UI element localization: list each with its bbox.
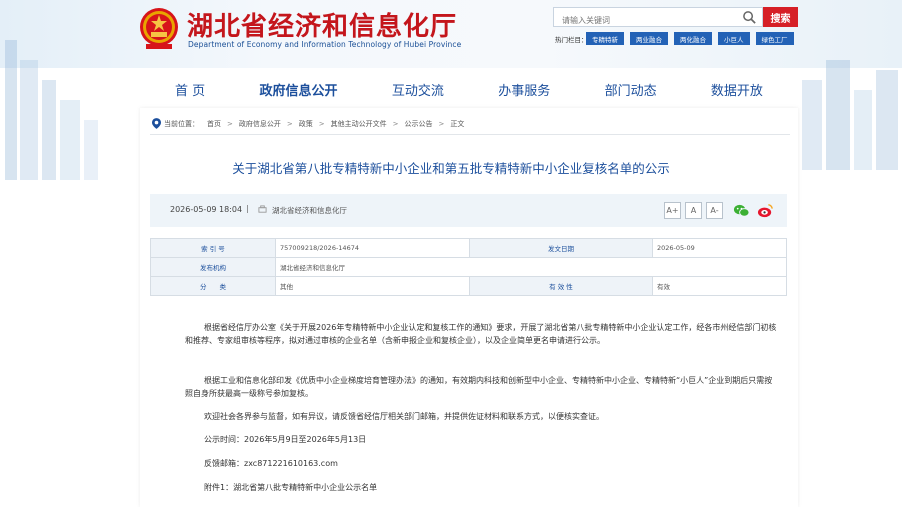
info-label: 索 引 号	[150, 238, 276, 258]
breadcrumb-separator: >	[438, 119, 445, 128]
document-info-table: 索 引 号 757009218/2026-14674 发文日期 2026-05-…	[150, 238, 787, 296]
hot-tag[interactable]: 两业融合	[630, 32, 668, 45]
city-skyline-decoration	[5, 40, 98, 180]
info-value: 757009218/2026-14674	[275, 238, 470, 258]
breadcrumb-separator: >	[286, 119, 293, 128]
location-pin-icon	[152, 118, 161, 129]
source-icon	[258, 205, 267, 213]
breadcrumb-item[interactable]: 首页	[207, 119, 221, 129]
search-input[interactable]	[554, 11, 734, 30]
nav-item-home[interactable]: 首 页	[150, 70, 230, 108]
breadcrumb-item[interactable]: 公示公告	[405, 119, 433, 129]
font-decrease-button[interactable]: A-	[706, 202, 723, 219]
hot-columns-label: 热门栏目：	[555, 36, 588, 44]
breadcrumb-item[interactable]: 政府信息公开	[239, 119, 281, 129]
font-default-button[interactable]: A	[685, 202, 702, 219]
article-paragraph: 欢迎社会各界参与监督，如有异议，请反馈省经信厅相关部门邮箱，并提供佐证材料和联系…	[204, 412, 604, 421]
breadcrumb-separator: >	[392, 119, 399, 128]
breadcrumb-item[interactable]: 其他主动公开文件	[331, 119, 387, 129]
hot-tag[interactable]: 专精特新	[586, 32, 624, 45]
meta-divider: |	[246, 204, 249, 213]
city-skyline-decoration-right	[802, 60, 898, 170]
national-emblem-logo[interactable]	[138, 6, 180, 50]
nav-item-interaction[interactable]: 互动交流	[367, 70, 469, 108]
nav-item-open-data[interactable]: 数据开放	[686, 70, 788, 108]
main-nav: 首 页 政府信息公开 互动交流 办事服务 部门动态 数据开放	[140, 70, 798, 108]
article-paragraph: 根据省经信厅办公室《关于开展2026年专精特新中小企业认定和复核工作的通知》要求…	[185, 323, 777, 345]
article-title: 关于湖北省第八批专精特新中小企业和第五批专精特新中小企业复核名单的公示	[232, 161, 670, 176]
hot-columns-list: 专精特新 两业融合 两化融合 小巨人 绿色工厂	[586, 32, 794, 45]
table-row: 索 引 号 757009218/2026-14674 发文日期 2026-05-…	[150, 238, 787, 258]
table-row: 分 类 其他 有 效 性 有效	[150, 276, 787, 296]
announcement-period: 公示时间：2026年5月9日至2026年5月13日	[204, 435, 367, 444]
site-title[interactable]: 湖北省经济和信息化厅	[187, 6, 457, 43]
font-increase-button[interactable]: A+	[664, 202, 681, 219]
search-icon[interactable]	[742, 10, 757, 25]
info-label: 分 类	[150, 276, 276, 296]
attachment-link[interactable]: 附件1：湖北省第八批专精特新中小企业公示名单	[204, 482, 377, 493]
hot-tag[interactable]: 小巨人	[718, 32, 750, 45]
search-button[interactable]: 搜索	[763, 7, 798, 27]
nav-item-news[interactable]: 部门动态	[580, 70, 682, 108]
info-value: 有效	[652, 276, 787, 296]
publish-date: 2026-05-09 18:04	[170, 205, 243, 214]
hot-tag[interactable]: 两化融合	[674, 32, 712, 45]
breadcrumb-separator: >	[318, 119, 325, 128]
info-value: 湖北省经济和信息化厅	[275, 257, 787, 277]
weibo-share-icon[interactable]	[757, 202, 774, 219]
info-value: 2026-05-09	[652, 238, 787, 258]
search-box	[553, 7, 763, 30]
article-paragraph: 根据工业和信息化部印发《优质中小企业梯度培育管理办法》的通知，有效期内科技和创新…	[185, 376, 773, 398]
divider	[150, 134, 790, 135]
breadcrumb-prefix: 当前位置：	[164, 119, 199, 128]
wechat-share-icon[interactable]	[733, 202, 750, 219]
breadcrumb-item-current: 正文	[450, 119, 465, 128]
breadcrumb-item[interactable]: 政策	[299, 119, 313, 129]
info-label: 发布机构	[150, 257, 276, 277]
article-meta-bar: 2026-05-09 18:04 | 湖北省经济和信息化厅 A+ A A-	[150, 194, 787, 227]
info-label: 有 效 性	[469, 276, 653, 296]
info-label: 发文日期	[469, 238, 653, 258]
nav-item-services[interactable]: 办事服务	[473, 70, 575, 108]
table-row: 发布机构 湖北省经济和信息化厅	[150, 257, 787, 277]
hot-tag[interactable]: 绿色工厂	[755, 32, 794, 45]
breadcrumb-separator: >	[227, 119, 233, 128]
site-subtitle: Department of Economy and Information Te…	[188, 40, 462, 49]
nav-item-gov-info[interactable]: 政府信息公开	[234, 70, 362, 108]
breadcrumb: 当前位置： 首页 > 政府信息公开 > 政策 > 其他主动公开文件 > 公示公告…	[152, 118, 464, 129]
feedback-email[interactable]: 反馈邮箱：zxc871221610163.com	[204, 458, 338, 469]
info-value: 其他	[275, 276, 470, 296]
article-source: 湖北省经济和信息化厅	[272, 206, 347, 215]
